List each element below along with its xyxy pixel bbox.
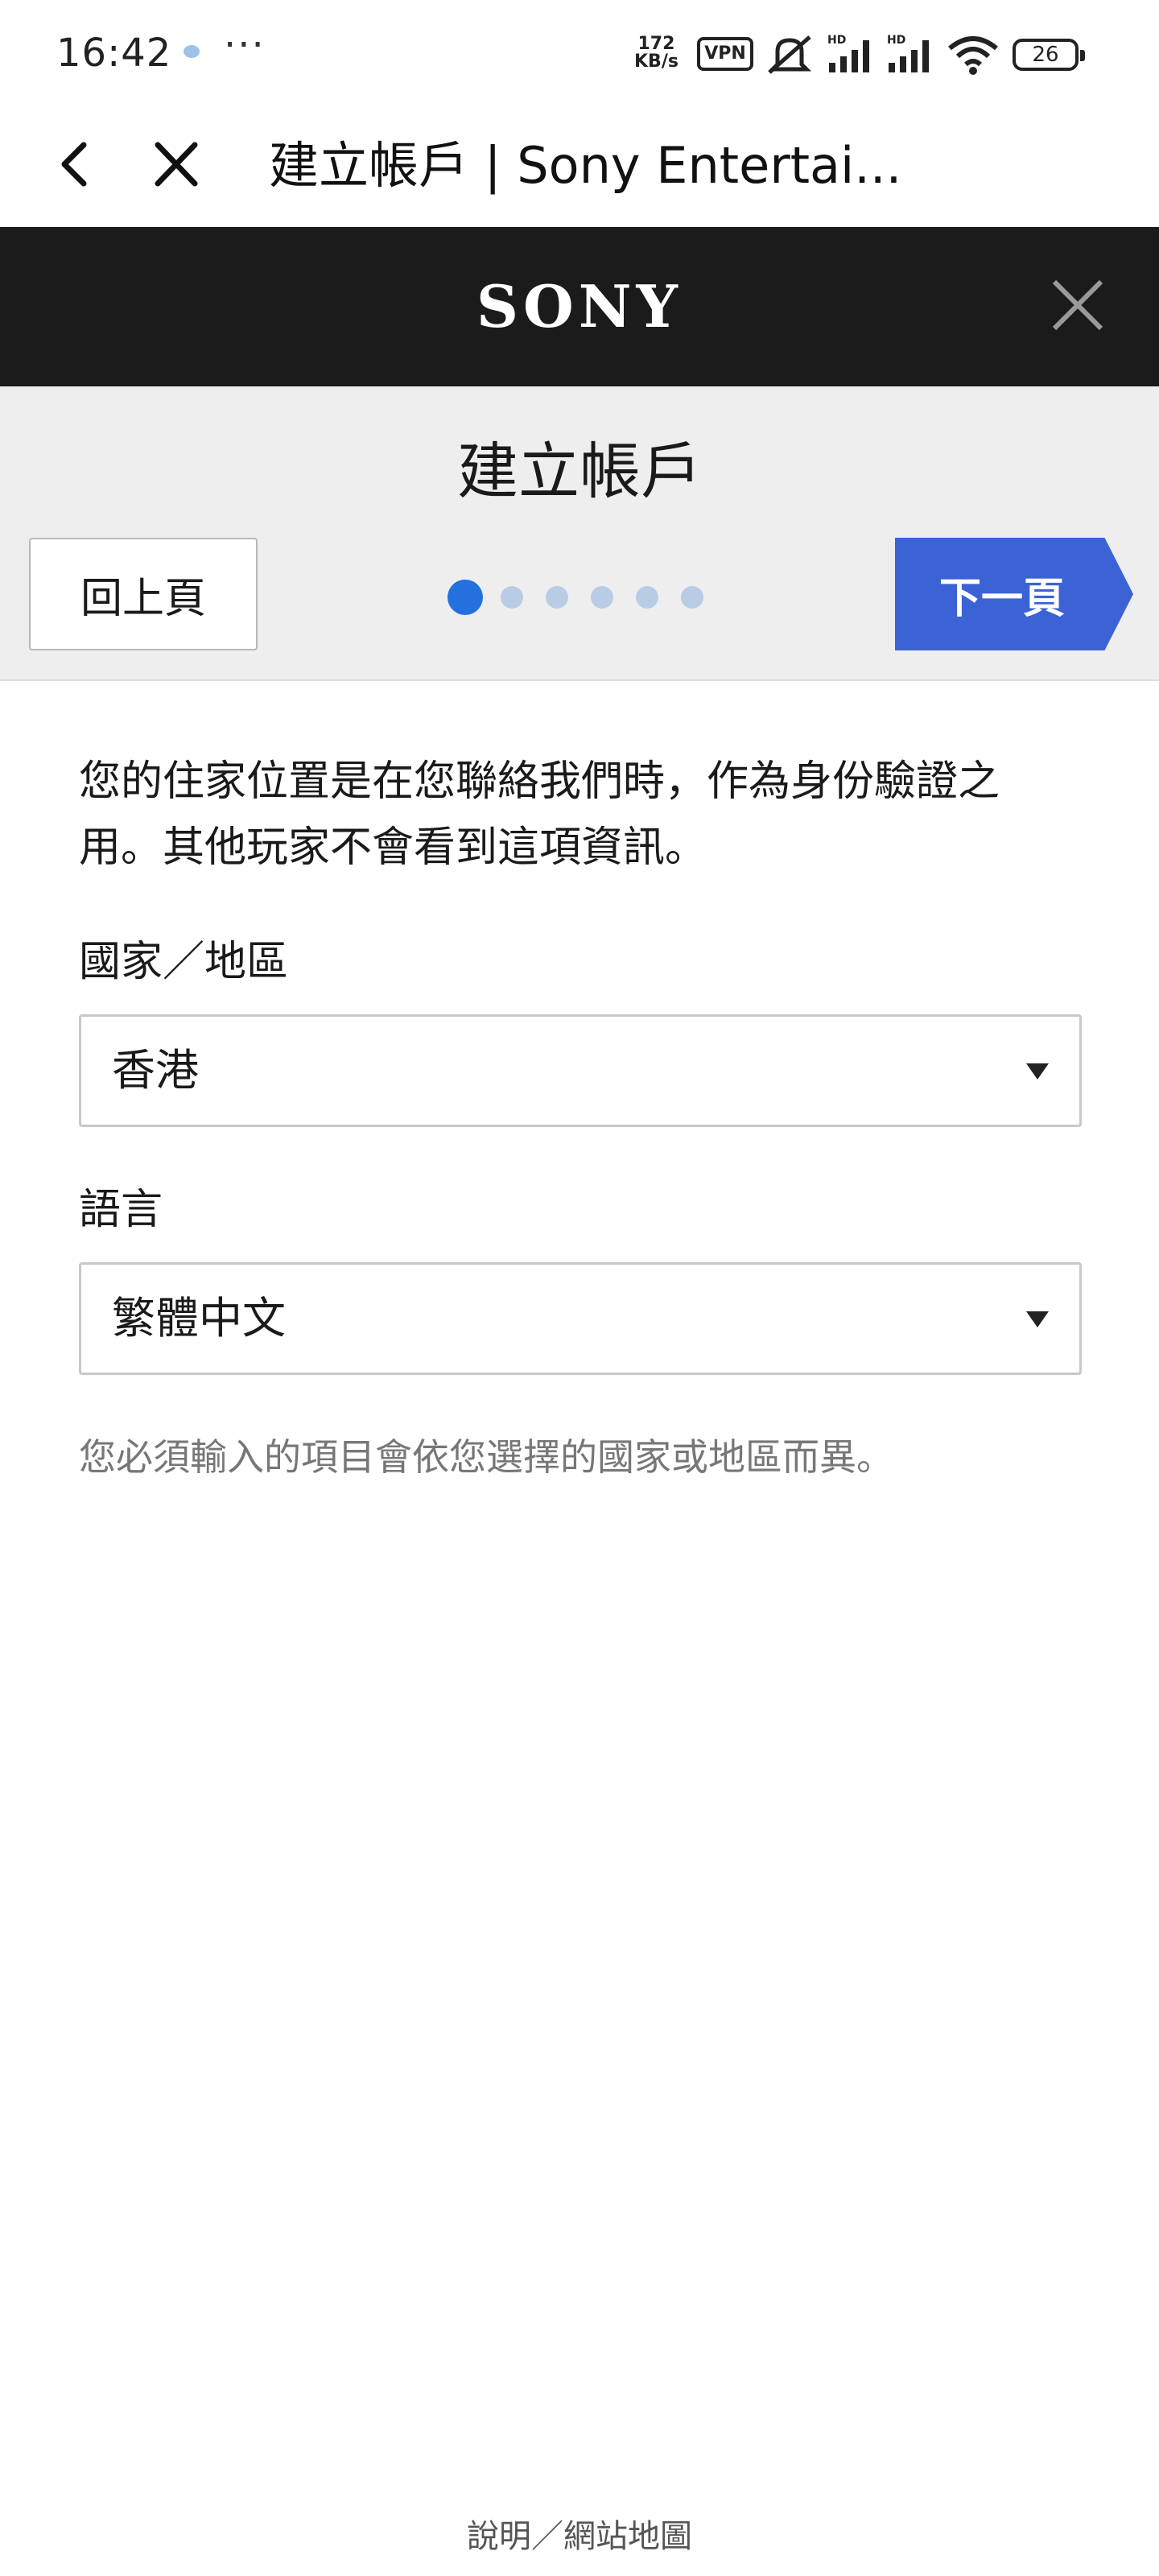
note-text: 您必須輸入的項目會依您選擇的國家或地區而異。 <box>79 1435 893 1479</box>
progress-dot <box>591 586 613 609</box>
more-notifications-icon: ··· <box>224 23 266 68</box>
language-select-value: 繁體中文 <box>112 1293 286 1344</box>
step-title: 建立帳戶 <box>457 436 702 507</box>
back-arrow-icon[interactable] <box>50 132 98 196</box>
progress-dot <box>546 586 568 609</box>
back-button[interactable]: 回上頁 <box>29 538 258 650</box>
progress-dot <box>636 586 658 609</box>
country-label: 國家／地區 <box>79 938 289 986</box>
app-notification-icon <box>184 45 200 58</box>
page-title: 建立帳戶 | Sony Entertai... <box>269 136 902 195</box>
chevron-down-icon <box>1026 1311 1049 1327</box>
svg-text:HD: HD <box>827 34 846 47</box>
language-select[interactable]: 繁體中文 <box>79 1262 1082 1375</box>
intro-text: 您的住家位置是在您聯絡我們時，作為身份驗證之用。其他玩家不會看到這項資訊。 <box>79 758 1000 872</box>
svg-text:HD: HD <box>887 34 905 47</box>
wifi-icon <box>948 36 998 75</box>
progress-indicator <box>448 580 721 615</box>
progress-dot-active <box>448 580 483 615</box>
progress-dot <box>501 586 523 609</box>
mute-icon <box>767 35 812 74</box>
sony-header: SONY <box>0 227 1159 386</box>
vpn-icon: VPN <box>697 37 753 71</box>
dialog-close-icon[interactable] <box>1050 277 1106 333</box>
network-speed: 172 KB/s <box>634 35 678 71</box>
signal-icon-2: HD <box>887 34 929 72</box>
help-sitemap-link[interactable]: 說明／網站地圖 <box>0 2510 1159 2557</box>
close-icon[interactable] <box>148 132 204 196</box>
next-button[interactable]: 下一頁 <box>895 538 1133 650</box>
status-time: 16:42 <box>56 31 172 76</box>
sony-logo: SONY <box>476 272 683 341</box>
chevron-down-icon <box>1026 1063 1049 1080</box>
step-panel: 建立帳戶 回上頁 下一頁 <box>0 386 1159 681</box>
signal-icon: HD <box>827 34 869 72</box>
progress-dot <box>681 586 703 609</box>
battery-icon: 26 <box>1013 39 1085 71</box>
network-speed-unit: KB/s <box>634 52 678 72</box>
status-bar: 16:42 ··· 172 KB/s VPN HD HD 26 <box>0 0 1159 105</box>
browser-toolbar: 建立帳戶 | Sony Entertai... <box>0 105 1159 227</box>
country-select-value: 香港 <box>112 1045 199 1096</box>
network-speed-value: 172 <box>637 34 675 54</box>
country-select[interactable]: 香港 <box>79 1014 1082 1127</box>
language-label: 語言 <box>79 1186 163 1234</box>
